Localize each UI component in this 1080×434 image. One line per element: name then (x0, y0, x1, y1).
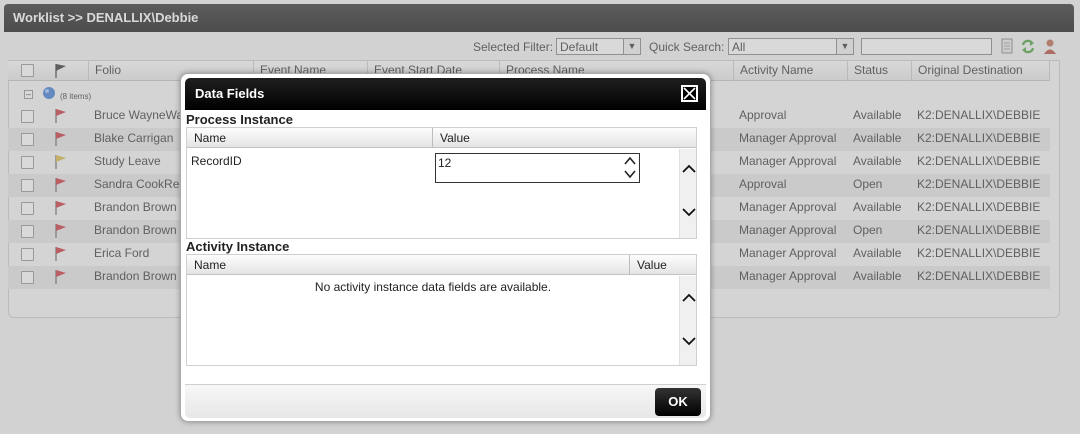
process-header-name: Name (194, 131, 227, 145)
data-fields-dialog: Data Fields Process Instance Name Value … (180, 73, 711, 422)
spin-up-icon[interactable] (623, 155, 637, 167)
ok-button[interactable]: OK (655, 388, 701, 416)
record-id-input[interactable]: 12 (435, 153, 640, 183)
activity-instance-table: Name Value No activity instance data fie… (186, 254, 697, 366)
spin-down-icon[interactable] (623, 168, 637, 180)
scroll-down-icon[interactable] (682, 206, 696, 218)
process-field-name: RecordID (191, 154, 242, 168)
close-icon[interactable] (681, 85, 698, 102)
scroll-up-icon[interactable] (682, 163, 696, 175)
activity-instance-title: Activity Instance (186, 239, 290, 254)
activity-empty-message: No activity instance data fields are ava… (314, 280, 552, 294)
activity-table-header: Name Value (187, 255, 696, 275)
process-table-header: Name Value (187, 128, 696, 148)
process-scrollbar[interactable] (679, 149, 696, 238)
activity-header-value: Value (629, 255, 696, 275)
dialog-footer: OK (185, 384, 706, 418)
scroll-down-icon[interactable] (682, 335, 696, 347)
record-id-value: 12 (438, 156, 452, 170)
scroll-up-icon[interactable] (682, 292, 696, 304)
process-header-value: Value (432, 128, 696, 148)
activity-scrollbar[interactable] (679, 276, 696, 365)
process-instance-title: Process Instance (186, 112, 293, 127)
dialog-title: Data Fields (195, 86, 265, 101)
activity-header-name: Name (194, 258, 227, 272)
process-instance-table: Name Value RecordID 12 (186, 127, 697, 239)
dialog-title-bar: Data Fields (185, 78, 706, 110)
